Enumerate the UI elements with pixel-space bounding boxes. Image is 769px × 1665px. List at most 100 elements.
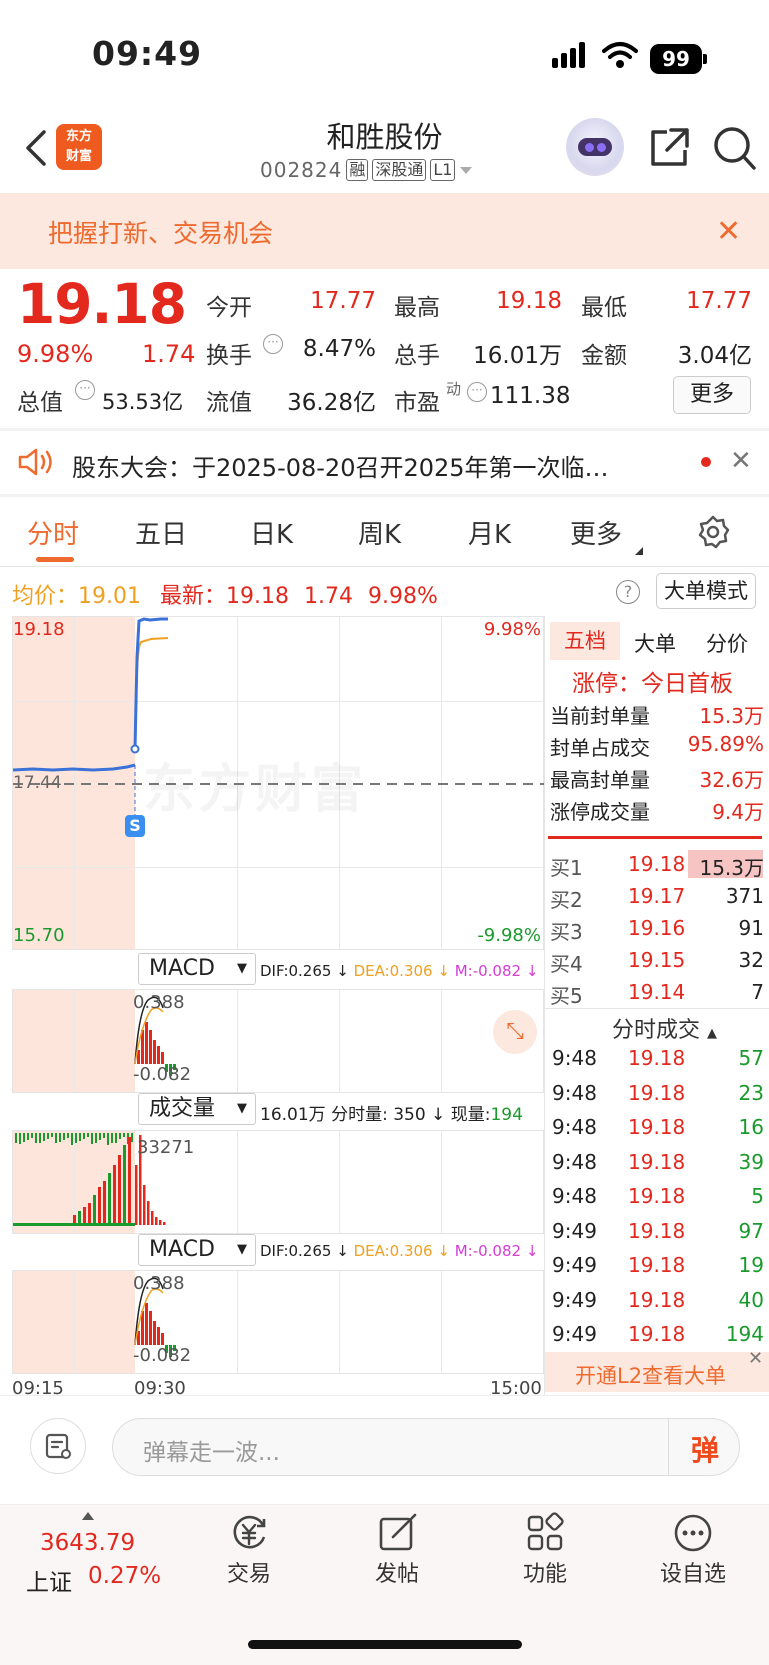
tab-timeshare[interactable]: 分时: [27, 514, 79, 551]
volume-value: 16.01万: [473, 343, 562, 369]
nav-functions[interactable]: 功能: [490, 1510, 600, 1588]
bid-row[interactable]: 买5 19.14 7: [550, 980, 764, 1009]
volume-bar: [147, 1201, 150, 1225]
limit-stat-row: 当前封单量 15.3万: [550, 704, 764, 728]
open-value: 17.77: [310, 288, 376, 314]
battery-tip: [703, 54, 707, 64]
tab-daily-k[interactable]: 日K: [250, 514, 293, 551]
macd-indicator-selector[interactable]: MACD ▼: [138, 953, 256, 985]
macd-panel-2[interactable]: 0.388 -0.082: [12, 1270, 544, 1374]
search-icon[interactable]: [712, 124, 758, 172]
trade-row: 9:49 19.18 19: [552, 1253, 764, 1277]
close-icon[interactable]: ✕: [730, 446, 752, 476]
volume-bar: [27, 1133, 29, 1140]
index-name[interactable]: 上证: [26, 1563, 72, 1597]
tab-more[interactable]: 更多: [570, 514, 622, 551]
volume-bar: [47, 1133, 49, 1139]
low-label: 最低: [581, 295, 627, 321]
bid-row[interactable]: 买4 19.15 32: [550, 948, 764, 977]
notice-text[interactable]: 股东大会：于2025-08-20召开2025年第一次临…: [72, 448, 609, 483]
more-quote-button[interactable]: 更多: [673, 376, 751, 414]
message-list-icon[interactable]: [30, 1418, 86, 1474]
latest-price: 19.18: [226, 584, 289, 609]
stock-code-row[interactable]: 002824 融 深股通 L1: [260, 158, 473, 182]
expand-icon[interactable]: ⤡: [493, 1010, 537, 1054]
price-chart-panel[interactable]: 东方财富 19.18 17.44 15.70 9.98% -9.98% S: [12, 616, 545, 950]
pe-value: 111.38: [490, 383, 571, 409]
intraday-price-line: [13, 617, 545, 817]
macd-histogram: [134, 996, 176, 1076]
tab-five-day[interactable]: 五日: [135, 514, 187, 551]
volume-panel[interactable]: 33271: [12, 1130, 544, 1234]
close-icon[interactable]: ✕: [716, 214, 741, 249]
trade-row: 9:49 19.18 97: [552, 1218, 764, 1243]
trades-title[interactable]: 分时成交 ▲: [612, 1012, 717, 1044]
high-value: 19.18: [496, 288, 562, 314]
tab-weekly-k[interactable]: 周K: [358, 514, 401, 551]
margin-tag: 融: [346, 159, 369, 181]
bid-row[interactable]: 买3 19.16 91: [550, 916, 764, 945]
close-icon[interactable]: ✕: [748, 1348, 763, 1369]
info-icon[interactable]: ···: [263, 334, 283, 354]
info-icon[interactable]: ···: [467, 382, 487, 402]
trade-row: 9:48 19.18 5: [552, 1184, 764, 1208]
limit-stat-row: 涨停成交量 9.4万: [550, 800, 764, 824]
yuan-cycle-icon: [233, 1515, 266, 1549]
volume-bar: [143, 1185, 146, 1225]
divider: [668, 1419, 669, 1475]
index-pct[interactable]: 0.27%: [88, 1563, 161, 1589]
volume-bars: [13, 1133, 166, 1226]
volume-bar: [103, 1133, 105, 1138]
volume-bar: [111, 1133, 113, 1143]
y-axis-bottom: 15.70: [13, 925, 65, 946]
timeshare-info-line: 均价：19.01 最新：19.18 1.74 9.98%: [12, 584, 438, 609]
open-label: 今开: [206, 295, 252, 321]
volume-bar: [31, 1133, 33, 1138]
info-icon[interactable]: ···: [75, 380, 95, 400]
volume-indicator-selector[interactable]: 成交量 ▼: [138, 1093, 256, 1125]
macd-top-value-2: 0.388: [133, 1273, 185, 1294]
tab-price-dist[interactable]: 分价: [706, 628, 748, 658]
danmu-send-icon[interactable]: 弹: [691, 1429, 719, 1469]
index-value[interactable]: 3643.79: [40, 1530, 135, 1556]
macd-indicator-selector-2[interactable]: MACD ▼: [138, 1234, 256, 1266]
volume-bar: [98, 1187, 101, 1225]
danmu-input[interactable]: 弹幕走一波... 弹: [112, 1418, 740, 1476]
volume-bar: [43, 1133, 45, 1141]
volume-bar: [119, 1133, 121, 1139]
big-order-mode-button[interactable]: 大单模式: [656, 573, 756, 609]
bid-row[interactable]: 买1 19.18 15.3万: [550, 852, 764, 881]
nav-add-watchlist[interactable]: 设自选: [638, 1510, 748, 1588]
ai-assistant-avatar[interactable]: [566, 118, 624, 176]
bid-row[interactable]: 买2 19.17 371: [550, 884, 764, 913]
tab-five-levels[interactable]: 五档: [550, 622, 620, 660]
volume-bar: [159, 1220, 162, 1225]
trade-row: 9:48 19.18 16: [552, 1115, 764, 1139]
macd-histogram-2: [134, 1277, 176, 1357]
nav-post[interactable]: 发帖: [342, 1510, 452, 1588]
amount-label: 金额: [581, 343, 627, 369]
nav-trade[interactable]: 交易: [194, 1510, 304, 1588]
volume-bar: [15, 1133, 17, 1143]
volume-bar: [151, 1211, 154, 1225]
help-icon[interactable]: ?: [616, 580, 640, 604]
settings-gear-icon[interactable]: [695, 514, 731, 550]
volume-bar: [83, 1133, 85, 1139]
volume-label: 总手: [394, 343, 440, 369]
macd-panel[interactable]: 0.388 -0.082 ⤡: [12, 989, 544, 1093]
divider: [0, 566, 769, 567]
volume-bar: [107, 1133, 109, 1145]
volume-bar: [35, 1133, 37, 1143]
change-pct: 9.98%: [17, 340, 94, 368]
share-icon[interactable]: [647, 126, 691, 170]
tab-big-orders[interactable]: 大单: [634, 628, 676, 658]
float-cap-label: 流值: [206, 390, 252, 416]
turnover-label: 换手: [206, 343, 252, 369]
tab-monthly-k[interactable]: 月K: [468, 514, 511, 551]
market-cap-value: 53.53亿: [102, 390, 184, 414]
volume-bar: [39, 1133, 41, 1143]
s-marker[interactable]: S: [125, 815, 145, 837]
macd-bottom-value-2: -0.082: [133, 1345, 192, 1366]
high-label: 最高: [394, 295, 440, 321]
edit-icon: [379, 1513, 417, 1551]
